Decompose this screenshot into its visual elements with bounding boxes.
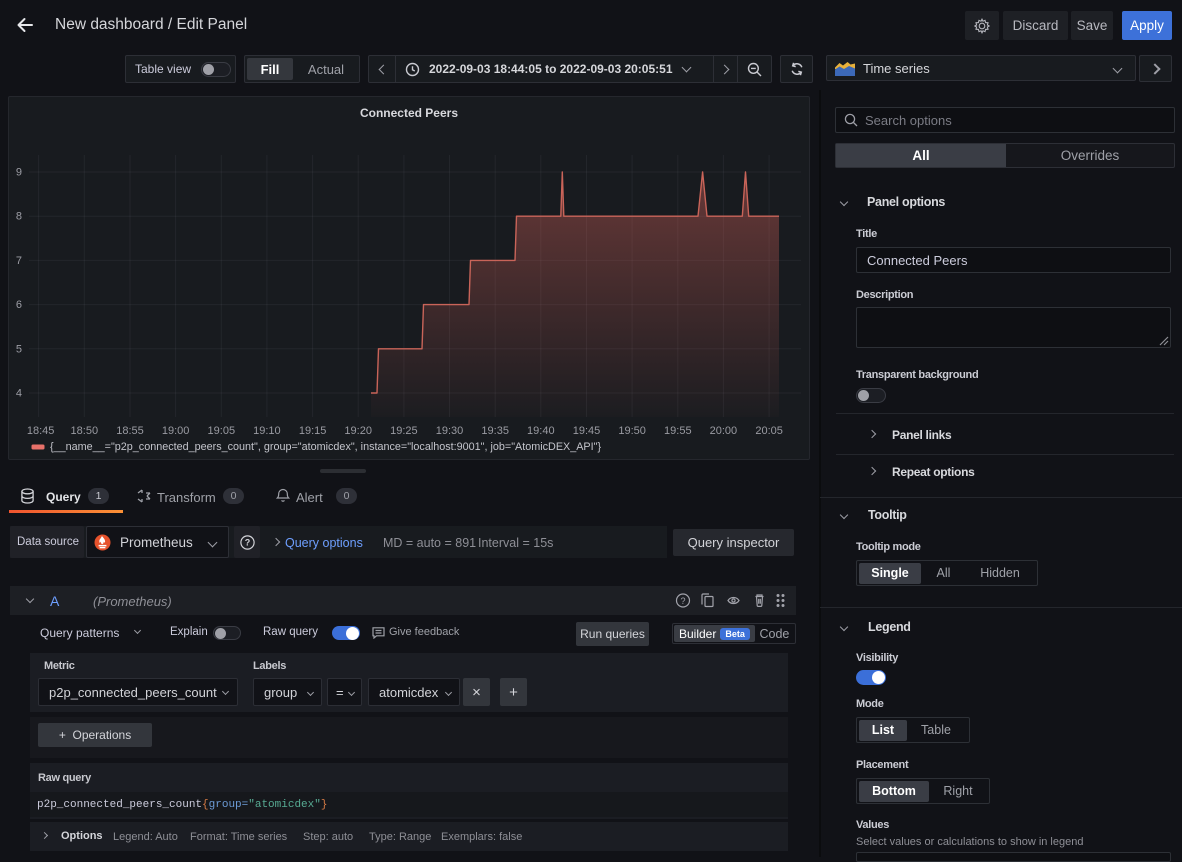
svg-text:18:50: 18:50 xyxy=(71,425,99,437)
svg-text:{__name__="p2p_connected_peers: {__name__="p2p_connected_peers_count", g… xyxy=(50,441,601,453)
svg-text:6: 6 xyxy=(16,299,22,311)
svg-text:8: 8 xyxy=(16,211,22,223)
svg-text:19:20: 19:20 xyxy=(344,425,372,437)
svg-text:19:10: 19:10 xyxy=(253,425,281,437)
svg-text:19:50: 19:50 xyxy=(618,425,646,437)
svg-text:7: 7 xyxy=(16,255,22,267)
svg-text:19:00: 19:00 xyxy=(162,425,190,437)
svg-text:20:00: 20:00 xyxy=(710,425,738,437)
svg-text:19:45: 19:45 xyxy=(573,425,601,437)
svg-text:18:55: 18:55 xyxy=(116,425,144,437)
svg-text:18:45: 18:45 xyxy=(27,425,55,437)
svg-text:19:25: 19:25 xyxy=(390,425,418,437)
svg-text:19:35: 19:35 xyxy=(481,425,509,437)
svg-text:?: ? xyxy=(680,596,685,606)
svg-text:20:05: 20:05 xyxy=(755,425,783,437)
svg-text:19:15: 19:15 xyxy=(299,425,327,437)
svg-text:19:55: 19:55 xyxy=(664,425,692,437)
svg-text:5: 5 xyxy=(16,343,22,355)
svg-text:19:40: 19:40 xyxy=(527,425,555,437)
svg-text:4: 4 xyxy=(16,388,22,400)
svg-text:19:05: 19:05 xyxy=(208,425,236,437)
svg-text:9: 9 xyxy=(16,167,22,179)
svg-text:?: ? xyxy=(244,537,250,547)
svg-text:19:30: 19:30 xyxy=(436,425,464,437)
